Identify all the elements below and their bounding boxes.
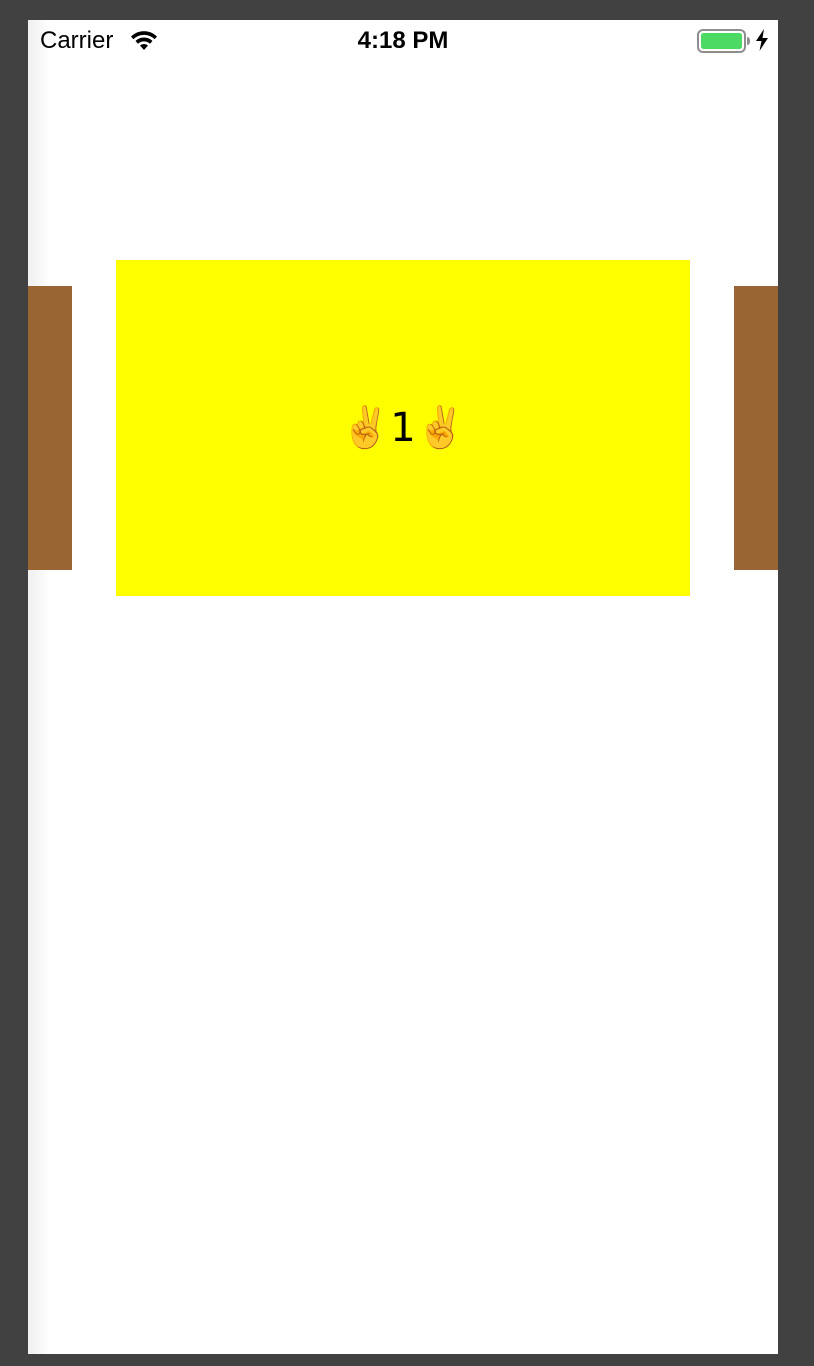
status-bar: Carrier 4:18 PM	[28, 20, 778, 60]
edge-shadow	[28, 20, 50, 1354]
card-label: ✌️1✌️	[340, 405, 466, 451]
phone-screen: Carrier 4:18 PM ✌️1✌️	[28, 20, 778, 1354]
carousel-card-next[interactable]	[734, 286, 778, 570]
carousel-card-current[interactable]: ✌️1✌️	[116, 260, 690, 596]
carousel-card-previous[interactable]	[28, 286, 72, 570]
charging-icon	[756, 29, 768, 51]
battery-icon	[697, 29, 750, 53]
status-time: 4:18 PM	[357, 27, 449, 54]
